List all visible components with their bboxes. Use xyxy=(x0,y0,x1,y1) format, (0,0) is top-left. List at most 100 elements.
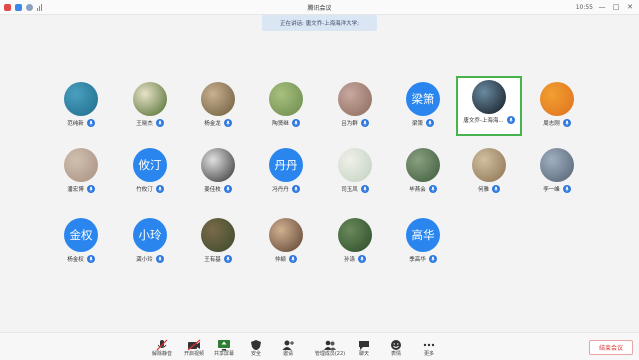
mic-status-icon xyxy=(360,119,369,127)
avatar-photo xyxy=(472,80,506,114)
participant-label: 毕燕会 xyxy=(390,185,456,193)
avatar-initials: 高华 xyxy=(406,218,440,252)
participant-tile[interactable]: 范纯新 xyxy=(48,78,114,138)
mic-status-icon xyxy=(358,255,366,263)
participant-tile[interactable]: 仲颖 xyxy=(253,214,319,274)
avatar-photo xyxy=(201,82,235,116)
participant-label: 何雅 xyxy=(456,185,522,193)
participant-name: 王有基 xyxy=(204,257,221,263)
participant-label: 陶贤继 xyxy=(253,119,319,127)
participant-tile[interactable]: 杨金龙 xyxy=(185,78,251,138)
avatar-photo xyxy=(201,148,235,182)
toolbar-label: 安全 xyxy=(250,351,261,357)
participant-name: 潘宏博 xyxy=(67,187,84,193)
mic-status-icon xyxy=(155,255,164,263)
participant-label: 王晓杰 xyxy=(117,119,183,127)
participant-tile[interactable]: 梁箫 梁箫 xyxy=(390,78,456,138)
participant-name: 梁箫 xyxy=(411,121,423,127)
participant-label: 季高华 xyxy=(390,255,456,263)
toolbar-more-button[interactable]: 更多 xyxy=(411,335,447,359)
mic-status-icon xyxy=(155,119,164,127)
mic-status-icon xyxy=(223,255,232,263)
shield-icon xyxy=(249,336,263,350)
toolbar-shield-button[interactable]: 安全 xyxy=(238,335,274,359)
speaking-banner: 正在讲话: 唐文乔-上海海洋大学; xyxy=(262,15,377,31)
participant-tile[interactable]: 潘宏博 xyxy=(48,144,114,204)
window-title: 腾讯会议 xyxy=(307,4,332,12)
mic-status-icon xyxy=(360,185,369,193)
chat-icon xyxy=(357,336,371,350)
participant-tile[interactable]: 司玉凤 xyxy=(322,144,388,204)
mic-status-icon xyxy=(492,185,500,193)
avatar-photo xyxy=(406,148,440,182)
participant-tile[interactable]: 金权 杨金权 xyxy=(48,214,114,274)
toolbar-share-screen-button[interactable]: 共享屏幕 xyxy=(206,335,242,359)
participant-label: 梁箫 xyxy=(390,119,456,127)
participant-name: 唐文乔-上海海... xyxy=(463,118,504,124)
meeting-toolbar: 解除静音 开启视频 共享屏幕 安全 邀请 管理成员(22) 聊天 表情 更多 xyxy=(0,332,639,360)
participant-tile[interactable]: 陶贤继 xyxy=(253,78,319,138)
participant-name: 杨金权 xyxy=(67,257,84,263)
avatar-photo xyxy=(269,82,303,116)
avatar-photo xyxy=(201,218,235,252)
mic-status-icon xyxy=(426,119,434,127)
participant-label: 冯丹丹 xyxy=(253,185,319,193)
mic-status-icon xyxy=(86,119,95,127)
participant-label: 杨金权 xyxy=(48,255,114,263)
avatar-photo xyxy=(64,148,98,182)
avatar-photo xyxy=(338,148,372,182)
participant-tile[interactable]: 王有基 xyxy=(185,214,251,274)
participant-tile[interactable]: 李一峰 xyxy=(524,144,590,204)
video-off-icon xyxy=(187,336,201,351)
participant-tile[interactable]: 高华 季高华 xyxy=(390,214,456,274)
avatar-initials: 丹丹 xyxy=(269,148,303,182)
mic-status-icon xyxy=(291,185,300,193)
toolbar-invite-button[interactable]: 邀请 xyxy=(270,335,306,359)
avatar-photo xyxy=(133,82,167,116)
toolbar-label: 邀请 xyxy=(282,351,293,357)
participant-tile[interactable]: 孙涤 xyxy=(322,214,388,274)
avatar-initials: 攸汀 xyxy=(133,148,167,182)
participant-name: 何雅 xyxy=(477,187,489,193)
toolbar-chat-button[interactable]: 聊天 xyxy=(346,335,382,359)
participant-label: 杨金龙 xyxy=(185,119,251,127)
participant-name: 李一峰 xyxy=(543,187,560,193)
mic-status-icon xyxy=(562,119,571,127)
participant-name: 姜佳枚 xyxy=(204,187,221,193)
share-screen-icon xyxy=(217,336,231,351)
toolbar-emoji-button[interactable]: 表情 xyxy=(378,335,414,359)
avatar-photo xyxy=(338,82,372,116)
participant-tile[interactable]: 周志刚 xyxy=(524,78,590,138)
participant-tile[interactable]: 唐文乔-上海海... xyxy=(456,76,522,136)
participant-name: 杨金龙 xyxy=(204,121,221,127)
toolbar-mic-muted-button[interactable]: 解除静音 xyxy=(144,335,180,359)
participant-tile[interactable]: 丹丹 冯丹丹 xyxy=(253,144,319,204)
participant-tile[interactable]: 毕燕会 xyxy=(390,144,456,204)
mic-status-icon xyxy=(506,116,515,124)
participant-name: 竹攸汀 xyxy=(136,187,153,193)
avatar-initials: 金权 xyxy=(64,218,98,252)
end-meeting-button[interactable]: 结束会议 xyxy=(589,340,633,355)
mic-status-icon xyxy=(428,185,437,193)
participant-tile[interactable]: 攸汀 竹攸汀 xyxy=(117,144,183,204)
participant-label: 范纯新 xyxy=(48,119,114,127)
participant-label: 姜佳枚 xyxy=(185,185,251,193)
participant-tile[interactable]: 王晓杰 xyxy=(117,78,183,138)
participant-tile[interactable]: 小玲 龚小玲 xyxy=(117,214,183,274)
mic-status-icon xyxy=(155,185,164,193)
avatar-photo xyxy=(64,82,98,116)
mic-muted-icon xyxy=(155,336,169,351)
toolbar-label: 表情 xyxy=(390,351,401,357)
mic-status-icon xyxy=(428,255,437,263)
mic-status-icon xyxy=(223,119,232,127)
participant-label: 吕为群 xyxy=(322,119,388,127)
avatar-initials: 梁箫 xyxy=(406,82,440,116)
participant-name: 冯丹丹 xyxy=(272,187,289,193)
mic-status-icon xyxy=(289,255,297,263)
mic-status-icon xyxy=(291,119,300,127)
participant-tile[interactable]: 吕为群 xyxy=(322,78,388,138)
participant-name: 吕为群 xyxy=(341,121,358,127)
participant-label: 孙涤 xyxy=(322,255,388,263)
participant-tile[interactable]: 姜佳枚 xyxy=(185,144,251,204)
participant-tile[interactable]: 何雅 xyxy=(456,144,522,204)
